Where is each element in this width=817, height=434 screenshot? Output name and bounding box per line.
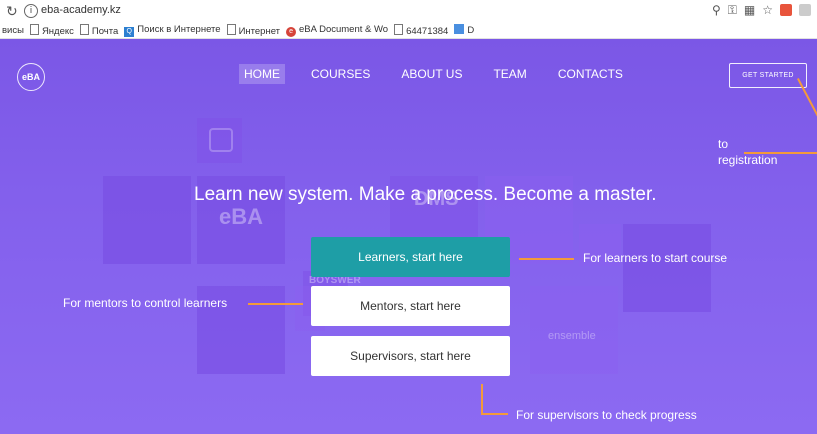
page-icon (79, 23, 89, 35)
extension-icon[interactable] (780, 4, 792, 16)
background-tile (623, 224, 711, 312)
info-icon[interactable]: i (24, 4, 38, 18)
browser-toolbar-icons: ⚲ ⚿ ▦ ☆ (712, 3, 811, 18)
key-icon[interactable]: ⚿ (728, 3, 737, 18)
bookmark-label: eBA Document & Wo (299, 23, 389, 35)
zoom-icon[interactable]: ⚲ (712, 3, 721, 18)
bookmark-item[interactable]: Интернет (226, 23, 281, 37)
page-icon (394, 23, 404, 35)
annotation-registration-2: registration (718, 153, 778, 167)
bookmark-item[interactable]: Почта (79, 23, 119, 37)
annotation-learners: For learners to start course (583, 251, 728, 265)
page-icon (226, 23, 236, 35)
bookmark-item[interactable]: висы (2, 25, 24, 36)
background-tile: ensemble (530, 286, 618, 374)
bookmark-item[interactable]: Яндекс (29, 23, 74, 37)
learners-start-button[interactable]: Learners, start here (311, 237, 510, 277)
bookmark-item[interactable]: e eBA Document & Wo (286, 24, 388, 37)
eba-tile-logo: eBA (219, 204, 264, 229)
nav-contacts[interactable]: CONTACTS (553, 64, 628, 84)
nav-team[interactable]: TEAM (488, 64, 531, 84)
hero-headline: Learn new system. Make a process. Become… (194, 184, 657, 205)
bookmark-label: Почта (91, 25, 119, 37)
annotation-line (481, 384, 483, 414)
ensemble-tile-logo: ensemble (548, 330, 596, 342)
gear-icon (209, 128, 233, 152)
bookmark-label: Поиск в Интернете (137, 23, 221, 35)
annotation-line (797, 78, 817, 146)
get-started-button[interactable]: GET STARTED (729, 63, 807, 88)
bookmark-label: 64471384 (406, 25, 449, 37)
nav-courses[interactable]: COURSES (306, 64, 375, 84)
nav-home[interactable]: HOME (239, 64, 285, 84)
star-icon[interactable]: ☆ (762, 3, 773, 18)
page-icon (29, 23, 39, 35)
bookmark-item[interactable]: D (454, 24, 474, 36)
bookmark-item[interactable]: Q Поиск в Интернете (124, 23, 221, 37)
annotation-line (519, 258, 574, 260)
site-logo[interactable]: eBA (17, 63, 45, 91)
annotation-supervisors: For supervisors to check progress (516, 408, 697, 422)
annotation-registration-1: to (718, 137, 729, 151)
background-tile (103, 176, 191, 264)
extension-icon-2[interactable] (799, 4, 811, 16)
url-field[interactable]: eba-academy.kz (41, 4, 121, 16)
annotation-line (248, 303, 303, 305)
bookmark-label: D (467, 25, 475, 36)
main-nav: HOME COURSES ABOUT US TEAM CONTACTS (239, 64, 628, 84)
address-bar: ↻ i eba-academy.kz ⚲ ⚿ ▦ ☆ (0, 0, 817, 23)
annotation-line (481, 413, 508, 415)
eba-icon: e (286, 26, 297, 37)
bookmarks-bar: висы Яндекс Почта Q Поиск в Интернете Инт… (0, 22, 817, 39)
search-icon: Q (124, 26, 135, 37)
annotation-mentors: For mentors to control learners (63, 296, 228, 310)
bookmark-label: Интернет (238, 25, 281, 37)
mentors-start-button[interactable]: Mentors, start here (311, 286, 510, 326)
translate-icon[interactable]: ▦ (744, 3, 755, 18)
folder-icon (454, 24, 465, 34)
landing-page: eBA DMS BOYSWER ensemble eBA HOME COURSE… (0, 39, 817, 434)
reload-icon[interactable]: ↻ (6, 3, 18, 20)
background-tile (197, 118, 242, 163)
nav-about-us[interactable]: ABOUT US (396, 64, 467, 84)
supervisors-start-button[interactable]: Supervisors, start here (311, 336, 510, 376)
bookmark-label: Яндекс (41, 25, 74, 37)
bookmark-item[interactable]: 64471384 (394, 23, 449, 37)
